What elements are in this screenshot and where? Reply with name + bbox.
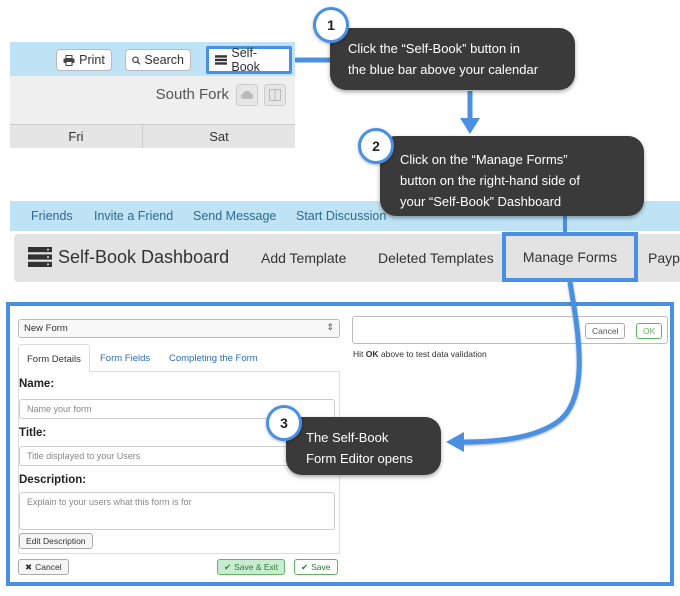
step-badge-1: 1: [313, 7, 349, 43]
callout-step-1: Click the “Self-Book” button in the blue…: [330, 28, 575, 90]
step-badge-2: 2: [358, 128, 394, 164]
arrow-curve: [461, 281, 582, 445]
callout-step-2: Click on the “Manage Forms” button on th…: [380, 136, 644, 216]
callout-step-3: The Self-Book Form Editor opens: [286, 417, 441, 475]
guide-arrows: [295, 57, 582, 452]
step-badge-3: 3: [266, 405, 302, 441]
arrow-head: [446, 432, 464, 452]
arrow-head: [460, 118, 480, 134]
